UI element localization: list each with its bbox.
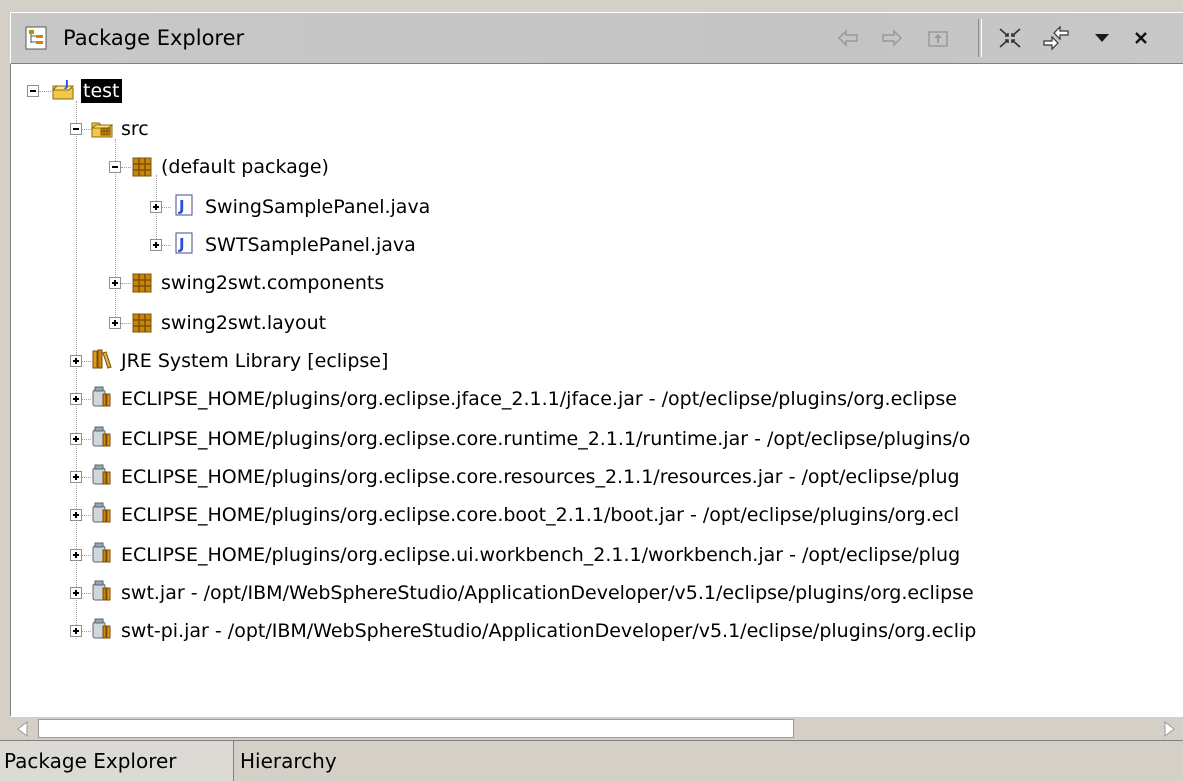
forward-arrow-icon [882,29,903,47]
expand-toggle[interactable] [70,393,82,405]
jar-icon [92,618,111,639]
package-tree[interactable]: J test src (default package) J SwingSamp… [10,64,1183,716]
close-view-button[interactable] [1126,23,1156,53]
back-button[interactable] [833,23,863,53]
view-title-bar[interactable]: Package Explorer [10,12,1183,64]
tree-label: SWTSamplePanel.java [205,234,416,256]
tree-label: swing2swt.layout [161,312,327,334]
tree-item-jar[interactable]: swt.jar - /opt/IBM/WebSphereStudio/Appli… [11,574,1171,612]
tree-item-file[interactable]: J SwingSamplePanel.java [11,188,1171,226]
tree-item-jar[interactable]: ECLIPSE_HOME/plugins/org.eclipse.jface_2… [11,380,1171,418]
tree-item-jar[interactable]: ECLIPSE_HOME/plugins/org.eclipse.core.bo… [11,496,1171,534]
tree-item-default-package[interactable]: (default package) [11,148,1171,186]
expand-toggle[interactable] [70,355,82,367]
tree-label: ECLIPSE_HOME/plugins/org.eclipse.jface_2… [121,388,957,410]
package-explorer-icon [25,26,47,50]
expand-toggle[interactable] [70,471,82,483]
link-with-editor-button[interactable] [1041,23,1071,53]
svg-text:J: J [64,79,69,90]
tab-hierarchy[interactable]: Hierarchy [236,741,366,781]
tree-label: src [121,118,149,140]
scroll-right-arrow-icon[interactable] [1160,720,1178,738]
tree-item-library[interactable]: JRE System Library [eclipse] [11,342,1171,380]
view-tab-bar: Package Explorer Hierarchy [0,740,1183,781]
tree-label: SwingSamplePanel.java [205,196,431,218]
horizontal-scrollbar[interactable] [10,716,1183,740]
toolbar-separator [978,19,982,57]
scrollbar-thumb[interactable] [38,719,794,738]
tree-item-jar[interactable]: ECLIPSE_HOME/plugins/org.eclipse.core.ru… [11,420,1171,458]
collapse-all-button[interactable] [995,23,1025,53]
tree-item-project[interactable]: J test [11,72,1171,110]
collapse-toggle[interactable] [70,123,82,135]
jar-icon [92,580,111,601]
svg-text:J: J [178,197,185,215]
tree-label: ECLIPSE_HOME/plugins/org.eclipse.core.re… [121,466,960,488]
tree-label: ECLIPSE_HOME/plugins/org.eclipse.core.bo… [121,504,960,526]
package-explorer-view: Package Explorer J test src (default pac… [0,0,1183,781]
tab-package-explorer[interactable]: Package Explorer [0,741,234,781]
tree-item-jar[interactable]: swt-pi.jar - /opt/IBM/WebSphereStudio/Ap… [11,612,1171,650]
up-button[interactable] [923,23,953,53]
package-icon [132,273,152,293]
tree-label: test [81,79,122,103]
jar-icon [92,386,111,407]
svg-text:J: J [178,235,185,253]
up-folder-icon [928,31,948,47]
package-icon [132,157,152,177]
back-arrow-icon [837,29,858,47]
tree-item-package[interactable]: swing2swt.layout [11,304,1171,342]
forward-button[interactable] [877,23,907,53]
java-file-icon: J [175,232,193,254]
collapse-toggle[interactable] [109,161,121,173]
tree-label: JRE System Library [eclipse] [121,350,389,372]
link-with-editor-icon [1043,25,1069,51]
java-file-icon: J [175,194,193,216]
view-menu-button[interactable] [1087,23,1117,53]
tree-item-src[interactable]: src [11,110,1171,148]
expand-toggle[interactable] [70,549,82,561]
left-border [0,0,10,740]
collapse-toggle[interactable] [27,85,39,97]
java-project-icon: J [52,79,74,100]
view-title: Package Explorer [63,26,245,50]
jar-icon [92,502,111,523]
tree-label: swing2swt.components [161,272,385,294]
tree-label: (default package) [161,156,329,178]
jar-icon [92,426,111,447]
jar-icon [92,542,111,563]
tree-item-jar[interactable]: ECLIPSE_HOME/plugins/org.eclipse.core.re… [11,458,1171,496]
collapse-all-icon [999,28,1021,48]
package-icon [132,313,152,333]
expand-toggle[interactable] [70,433,82,445]
jar-icon [92,464,111,485]
library-books-icon [92,349,112,369]
close-icon [1135,32,1147,44]
tree-label: swt-pi.jar - /opt/IBM/WebSphereStudio/Ap… [121,620,977,642]
expand-toggle[interactable] [109,317,121,329]
expand-toggle[interactable] [70,625,82,637]
expand-toggle[interactable] [109,277,121,289]
expand-toggle[interactable] [70,587,82,599]
tree-label: ECLIPSE_HOME/plugins/org.eclipse.core.ru… [121,428,971,450]
tree-label: ECLIPSE_HOME/plugins/org.eclipse.ui.work… [121,544,961,566]
expand-toggle[interactable] [70,509,82,521]
tree-item-package[interactable]: swing2swt.components [11,264,1171,302]
source-folder-icon [91,122,113,138]
tree-label: swt.jar - /opt/IBM/WebSphereStudio/Appli… [121,582,974,604]
expand-toggle[interactable] [150,201,162,213]
scroll-left-arrow-icon[interactable] [14,720,32,738]
view-menu-icon [1095,34,1109,42]
tree-item-jar[interactable]: ECLIPSE_HOME/plugins/org.eclipse.ui.work… [11,536,1171,574]
expand-toggle[interactable] [150,239,162,251]
tree-item-file[interactable]: J SWTSamplePanel.java [11,226,1171,264]
